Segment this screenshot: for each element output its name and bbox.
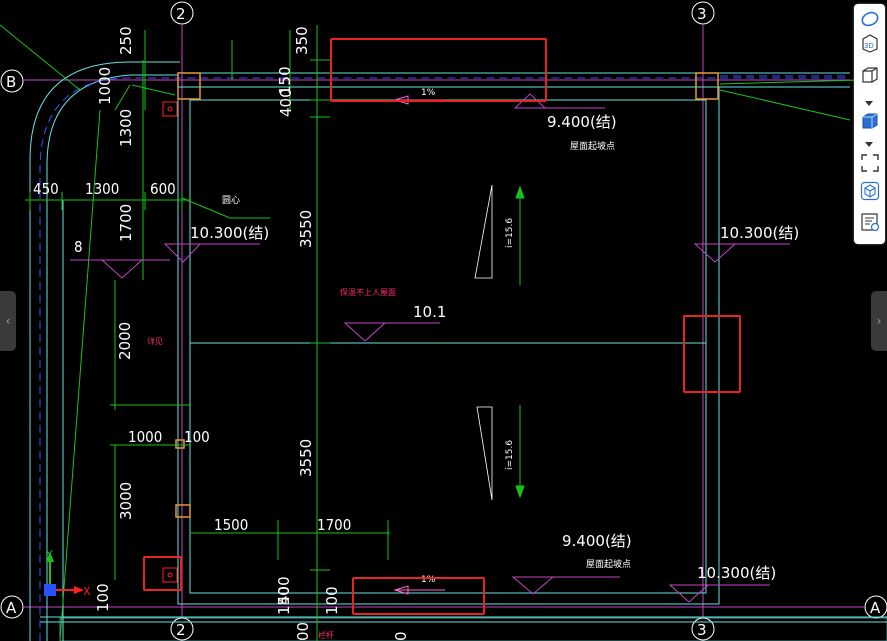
ucs-x-label: X xyxy=(83,585,91,598)
properties-button[interactable] xyxy=(857,211,882,233)
box-solid-icon xyxy=(862,113,877,129)
elevation-10300-right: 10.300(结) xyxy=(720,224,799,242)
note-small-left: 详见 xyxy=(147,336,163,346)
note-slope-top: i=15.6 xyxy=(505,218,515,248)
note-slope-bottom: i=15.6 xyxy=(505,440,515,470)
svg-text:3D: 3D xyxy=(864,42,874,50)
fullscreen-icon xyxy=(860,154,879,172)
highlight-box-right xyxy=(683,315,741,393)
red-markers xyxy=(162,101,178,583)
dim-600: 600 xyxy=(150,180,176,198)
dim-100-bottom-left: 100 xyxy=(94,583,112,612)
note-bottom: 栏杆 xyxy=(318,630,334,640)
axis-label-b: B xyxy=(6,73,16,91)
properties-icon xyxy=(860,213,879,232)
dim-8: 8 xyxy=(74,238,83,256)
highlight-box-bottom xyxy=(352,577,485,615)
ucs-y-label: Y xyxy=(45,548,53,561)
dim-100: 100 xyxy=(184,428,210,446)
dim-150-bottom: 150 xyxy=(275,586,293,615)
elevation-10-1: 10.1 xyxy=(413,303,446,321)
chevron-down-icon-2[interactable] xyxy=(865,142,873,147)
view-cube-button[interactable] xyxy=(857,8,882,30)
elevation-9400-bottom: 9.400(结) xyxy=(562,532,632,550)
columns xyxy=(175,72,719,518)
cube-hex-button[interactable] xyxy=(857,180,882,202)
dim-1300-horizontal: 1300 xyxy=(85,180,119,198)
dim-400: 400 xyxy=(277,88,295,117)
3d-icon: 3D xyxy=(861,34,878,53)
dim-100-bottom: 100 xyxy=(323,586,341,615)
ucs-icon: Y X xyxy=(44,548,91,598)
dim-00: 00 xyxy=(294,622,312,641)
dim-450: 450 xyxy=(33,180,59,198)
dim-250: 250 xyxy=(117,26,135,55)
dim-1000-horizontal: 1000 xyxy=(128,428,162,446)
note-roof-slope-start-bottom: 屋面起坡点 xyxy=(586,558,631,570)
dim-1300-vertical: 1300 xyxy=(117,109,135,147)
note-roof-slope-start-top: 屋面起坡点 xyxy=(570,140,615,152)
elevation-9400-top: 9.400(结) xyxy=(547,113,617,131)
highlight-box-column xyxy=(143,556,182,591)
box-outline-button[interactable] xyxy=(857,64,882,86)
chevron-left-icon: ‹ xyxy=(5,314,11,328)
dim-3550-bottom: 3550 xyxy=(297,439,315,477)
dim-1500: 1500 xyxy=(214,516,248,534)
note-circle-center: 圆心 xyxy=(222,195,240,206)
axis-label-3-bottom: 3 xyxy=(697,621,707,639)
view-toolbar: 3D xyxy=(854,4,885,244)
dim-3000: 3000 xyxy=(117,482,135,520)
note-no-access-roof: 保温不上人屋面 xyxy=(340,287,396,297)
axis-label-2-top: 2 xyxy=(176,5,186,23)
dim-1700-vertical: 1700 xyxy=(117,204,135,242)
chevron-right-icon: › xyxy=(876,314,882,328)
right-panel-toggle[interactable]: › xyxy=(871,291,887,351)
roof-1pct-arrows xyxy=(393,95,445,595)
highlight-box-top xyxy=(330,38,547,102)
wall-lines xyxy=(29,61,887,641)
3d-view-button[interactable]: 3D xyxy=(857,32,882,54)
slope-arrow-bottom xyxy=(515,405,525,499)
dim-1000-top: 1000 xyxy=(96,67,114,105)
dim-3550-top: 3550 xyxy=(297,210,315,248)
dim-2000: 2000 xyxy=(116,322,134,360)
elevation-10300-bottom: 10.300(结) xyxy=(697,564,776,582)
dim-350: 350 xyxy=(293,26,311,55)
box-outline-icon xyxy=(861,67,878,83)
view-cube-icon xyxy=(861,11,878,27)
chevron-down-icon[interactable] xyxy=(865,101,873,106)
axis-label-a: A xyxy=(6,599,17,617)
dim-1700-horizontal: 1700 xyxy=(317,516,351,534)
left-panel-toggle[interactable]: ‹ xyxy=(0,291,16,351)
slope-arrow-top xyxy=(515,185,525,285)
box-solid-button[interactable] xyxy=(857,110,882,132)
dim-0: 0 xyxy=(392,631,410,641)
elevation-10300-left: 10.300(结) xyxy=(190,224,269,242)
fullscreen-button[interactable] xyxy=(857,152,882,174)
axis-label-3-top: 3 xyxy=(697,5,707,23)
axis-label-2-bottom: 2 xyxy=(176,621,186,639)
axis-label-a-right: A xyxy=(870,599,881,617)
cube-hex-icon xyxy=(860,181,879,201)
